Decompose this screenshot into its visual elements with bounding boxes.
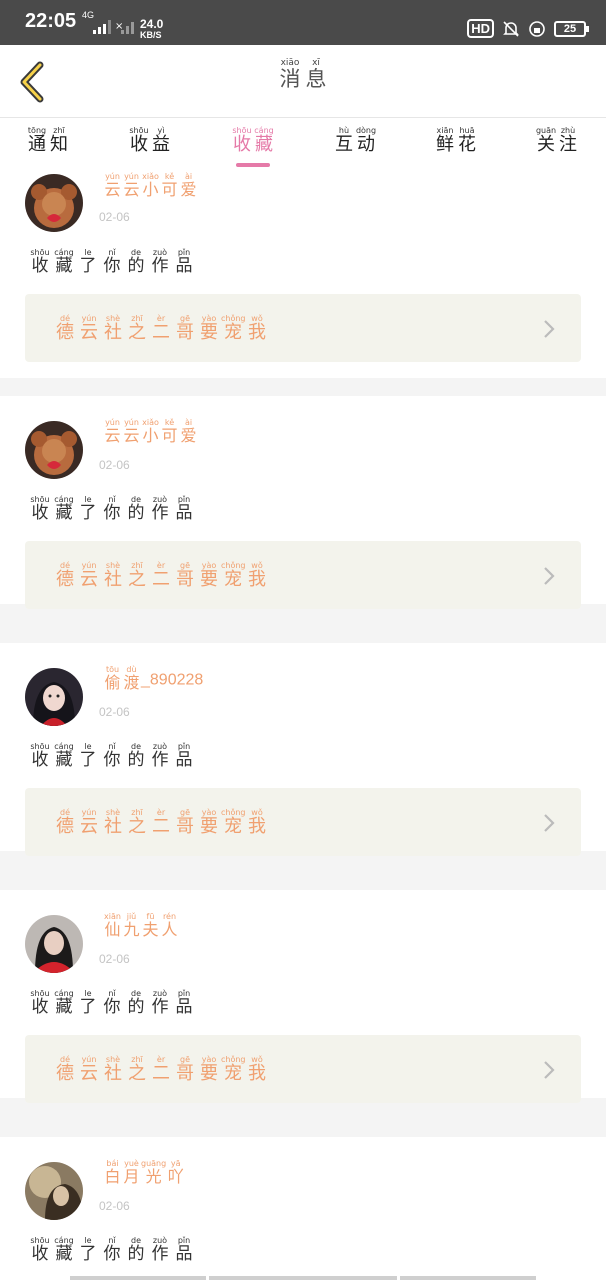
tab-following[interactable]: guān 关 zhù 注 <box>527 126 587 155</box>
notification-date: 02-06 <box>99 210 130 224</box>
avatar[interactable] <box>25 1162 83 1220</box>
notification-card[interactable]: bái 白 yuè 月 guāng 光 yā 吖 02-06 shōu 收 cáng 藏 le 了 nǐ 你… <box>0 1137 606 1280</box>
work-title: dé 德 yún 云 shè 社 zhī 之 èr 二 gē 哥 yào 要 chǒng 宠 wǒ 我 <box>56 808 266 837</box>
tab-flowers[interactable]: xiān 鲜 huā 花 <box>426 126 486 155</box>
status-time: 22:05 <box>25 10 77 32</box>
notification-card[interactable]: tōu 偷 dù 渡 _890228 02-06 shōu 收 cáng 藏 le 了 nǐ 你 de 的… <box>0 643 606 856</box>
action-text: shōu 收 cáng 藏 le 了 nǐ 你 de 的 zuò 作 pǐn 品 <box>30 248 193 276</box>
network-type: 4G <box>82 10 95 20</box>
tab-interactions[interactable]: hù 互 dòng 动 <box>325 126 385 155</box>
bell-muted-icon <box>503 20 519 37</box>
notification-date: 02-06 <box>99 1199 130 1213</box>
notification-date: 02-06 <box>99 705 130 719</box>
notification-card[interactable]: xiān 仙 jiǔ 九 fū 夫 rén 人 02-06 shōu 收 cáng 藏 le 了 nǐ 你 d… <box>0 890 606 1103</box>
tab-earnings[interactable]: shōu 收 yì 益 <box>120 126 180 155</box>
header: xiāo 消 xī 息 <box>0 45 606 118</box>
username[interactable]: yún 云 yún 云 xiǎo 小 kě 可 ài 爱 <box>103 172 198 199</box>
action-text: shōu 收 cáng 藏 le 了 nǐ 你 de 的 zuò 作 pǐn 品 <box>30 742 193 770</box>
work-title: dé 德 yún 云 shè 社 zhī 之 èr 二 gē 哥 yào 要 chǒng 宠 wǒ 我 <box>56 561 266 590</box>
signal-icon <box>93 20 111 34</box>
chevron-right-icon <box>544 567 555 585</box>
status-bar: 22:05 4G × 24.0 KB/S HD 25 <box>0 0 606 45</box>
action-text: shōu 收 cáng 藏 le 了 nǐ 你 de 的 zuò 作 pǐn 品 <box>30 1236 193 1264</box>
username[interactable]: tōu 偷 dù 渡 _890228 <box>103 665 203 692</box>
hd-icon: HD <box>467 19 494 38</box>
chevron-right-icon <box>544 1061 555 1079</box>
work-link[interactable]: dé 德 yún 云 shè 社 zhī 之 èr 二 gē 哥 yào 要 chǒng 宠 wǒ 我 <box>25 788 581 856</box>
alarm-icon <box>529 20 545 37</box>
tab-favorites[interactable]: shōu 收 cáng 藏 <box>223 126 283 155</box>
action-text: shōu 收 cáng 藏 le 了 nǐ 你 de 的 zuò 作 pǐn 品 <box>30 989 193 1017</box>
notification-date: 02-06 <box>99 458 130 472</box>
work-title: dé 德 yún 云 shè 社 zhī 之 èr 二 gē 哥 yào 要 chǒng 宠 wǒ 我 <box>56 314 266 343</box>
tab-notifications[interactable]: tōng 通 zhī 知 <box>18 126 78 155</box>
username[interactable]: yún 云 yún 云 xiǎo 小 kě 可 ài 爱 <box>103 418 198 445</box>
tab-bar: tōng 通 zhī 知 shōu 收 yì 益 shōu 收 cáng 藏 hù 互 dòng 动 x… <box>0 118 606 170</box>
avatar[interactable] <box>25 915 83 973</box>
battery-icon: 25 <box>554 20 589 37</box>
notification-date: 02-06 <box>99 952 130 966</box>
work-link[interactable]: dé 德 yún 云 shè 社 zhī 之 èr 二 gē 哥 yào 要 chǒng 宠 wǒ 我 <box>25 294 581 362</box>
page-title: xiāo 消 xī 息 <box>279 58 327 91</box>
action-text: shōu 收 cáng 藏 le 了 nǐ 你 de 的 zuò 作 pǐn 品 <box>30 495 193 523</box>
avatar[interactable] <box>25 174 83 232</box>
username[interactable]: xiān 仙 jiǔ 九 fū 夫 rén 人 <box>103 912 179 939</box>
work-link[interactable]: dé 德 yún 云 shè 社 zhī 之 èr 二 gē 哥 yào 要 chǒng 宠 wǒ 我 <box>25 541 581 609</box>
avatar[interactable] <box>25 421 83 479</box>
avatar[interactable] <box>25 668 83 726</box>
work-title: dé 德 yún 云 shè 社 zhī 之 èr 二 gē 哥 yào 要 chǒng 宠 wǒ 我 <box>56 1055 266 1084</box>
notification-card[interactable]: yún 云 yún 云 xiǎo 小 kě 可 ài 爱 02-06 shōu 收 cáng 藏 le 了 n… <box>0 170 606 378</box>
active-tab-indicator <box>236 163 270 167</box>
chevron-right-icon <box>544 814 555 832</box>
bottom-overlay <box>70 1276 536 1280</box>
username[interactable]: bái 白 yuè 月 guāng 光 yā 吖 <box>103 1159 185 1186</box>
notification-card[interactable]: yún 云 yún 云 xiǎo 小 kě 可 ài 爱 02-06 shōu 收 cáng 藏 le 了 n… <box>0 396 606 609</box>
work-link[interactable]: dé 德 yún 云 shè 社 zhī 之 èr 二 gē 哥 yào 要 chǒng 宠 wǒ 我 <box>25 1035 581 1103</box>
signal-icon-2: × <box>115 21 134 34</box>
network-speed: 24.0 KB/S <box>140 17 164 40</box>
chevron-right-icon <box>544 320 555 338</box>
